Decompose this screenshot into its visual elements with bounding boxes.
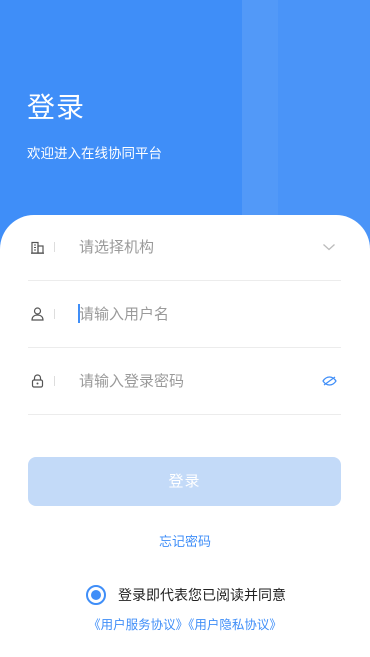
building-icon: [30, 239, 44, 255]
eye-closed-icon[interactable]: [321, 373, 337, 389]
chevron-down-icon[interactable]: [321, 239, 337, 255]
service-agreement-link[interactable]: 《用户服务协议》: [88, 617, 188, 632]
field-divider: [54, 376, 55, 386]
login-button[interactable]: 登录: [28, 457, 341, 506]
forgot-password-link[interactable]: 忘记密码: [0, 531, 370, 550]
password-input-placeholder: 请输入登录密码: [79, 372, 185, 390]
username-input-placeholder: 请输入用户名: [79, 305, 170, 323]
agreement-text: 登录即代表您已阅读并同意: [118, 588, 286, 604]
field-divider: [54, 242, 55, 252]
lock-icon: [30, 373, 44, 389]
policy-links: 《用户服务协议》《用户隐私协议》: [0, 614, 370, 633]
user-icon: [30, 306, 44, 322]
privacy-agreement-link[interactable]: 《用户隐私协议》: [188, 617, 282, 632]
org-select[interactable]: 请选择机构: [28, 215, 341, 281]
password-field[interactable]: 请输入登录密码: [28, 349, 341, 415]
page-title: 登录: [27, 91, 86, 124]
login-screen: 登录 欢迎进入在线协同平台 请选择机构 请输入用户名 请输入登录密码 登录 忘记…: [0, 0, 370, 657]
radio-dot: [91, 590, 101, 600]
agreement-radio[interactable]: [86, 585, 106, 605]
agreement-row: 登录即代表您已阅读并同意: [86, 585, 286, 605]
field-divider: [54, 309, 55, 319]
org-select-placeholder: 请选择机构: [79, 238, 155, 256]
username-field[interactable]: 请输入用户名: [28, 282, 341, 348]
page-subtitle: 欢迎进入在线协同平台: [27, 146, 162, 162]
